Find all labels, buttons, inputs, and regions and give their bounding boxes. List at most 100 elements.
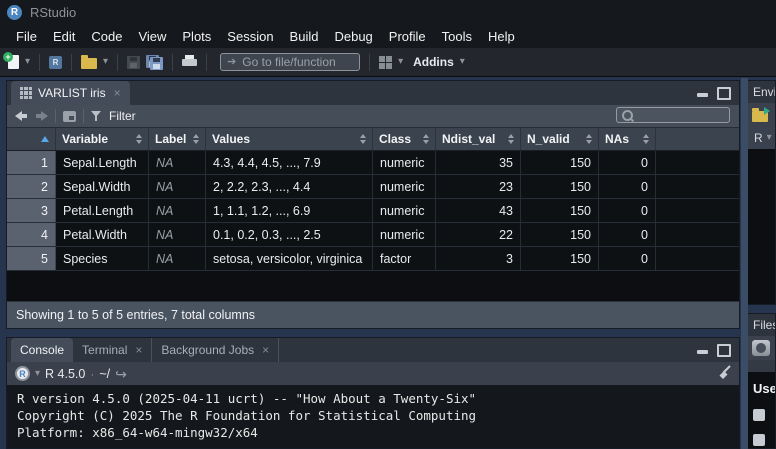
sort-icons [504, 134, 514, 144]
source-tab-bar: VARLIST iris × [7, 81, 739, 105]
addins-dropdown-icon[interactable]: ▾ [460, 57, 465, 67]
rownum-header[interactable] [7, 128, 56, 150]
r-version-dropdown-icon[interactable]: ▾ [35, 369, 40, 379]
menu-view[interactable]: View [130, 29, 174, 44]
table-status-bar: Showing 1 to 5 of 5 entries, 7 total col… [7, 301, 739, 328]
console-output[interactable]: R version 4.5.0 (2025-04-11 ucrt) -- "Ho… [7, 385, 739, 448]
close-icon[interactable]: × [135, 343, 142, 357]
menu-build[interactable]: Build [282, 29, 327, 44]
minimize-pane-icon[interactable] [696, 345, 709, 355]
working-directory[interactable]: ~/ [99, 367, 110, 381]
table-row[interactable]: 3 Petal.Length NA 1, 1.1, 1.2, ..., 6.9 … [7, 199, 739, 223]
col-header-class[interactable]: Class [373, 128, 436, 150]
filter-icon[interactable] [91, 111, 102, 122]
forward-icon[interactable] [35, 111, 48, 121]
entries-summary: Showing 1 to 5 of 5 entries, 7 total col… [16, 308, 255, 322]
open-in-new-window-icon[interactable] [63, 111, 76, 122]
save-all-icon[interactable] [146, 55, 163, 70]
sort-asc-icon [41, 136, 49, 142]
title-bar: R RStudio [0, 0, 776, 24]
main-toolbar: + ▾ R ▾ ➔ Go to file/function ▾ Addins ▾ [0, 48, 776, 77]
files-list: User [748, 372, 775, 448]
close-icon[interactable]: × [114, 86, 121, 100]
console-line: Platform: x86_64-w64-mingw32/x64 [17, 425, 258, 440]
table-header-row: Variable Label Values Class Ndist_val N_… [7, 128, 739, 151]
viewer-toolbar: Filter [7, 105, 739, 128]
pane-layout-icon[interactable] [379, 56, 392, 69]
sort-icons [419, 134, 429, 144]
goto-placeholder: Go to file/function [242, 55, 335, 69]
environment-content [748, 149, 775, 304]
save-icon[interactable] [127, 56, 140, 69]
table-search-input[interactable] [616, 107, 730, 123]
tab-varlist-iris[interactable]: VARLIST iris × [11, 81, 130, 105]
sort-icons [132, 134, 142, 144]
col-header-nas[interactable]: NAs [599, 128, 656, 150]
file-checkbox[interactable] [753, 409, 765, 421]
environment-scope-selector[interactable]: R ▾ [748, 127, 775, 149]
table-row[interactable]: 1 Sepal.Length NA 4.3, 4.4, 4.5, ..., 7.… [7, 151, 739, 175]
table-row[interactable]: 5 Species NA setosa, versicolor, virgini… [7, 247, 739, 271]
app-title: RStudio [30, 5, 76, 20]
files-path-label: User [753, 381, 775, 396]
table-empty-area [7, 271, 739, 301]
files-pane: Files User [748, 313, 776, 449]
pane-layout-dropdown-icon[interactable]: ▾ [398, 57, 403, 67]
goto-file-function-input[interactable]: ➔ Go to file/function [220, 53, 360, 71]
pane-divider[interactable] [741, 78, 748, 449]
menu-plots[interactable]: Plots [174, 29, 219, 44]
menu-tools[interactable]: Tools [434, 29, 480, 44]
clear-console-icon[interactable] [715, 365, 731, 386]
table-row[interactable]: 4 Petal.Width NA 0.1, 0.2, 0.3, ..., 2.5… [7, 223, 739, 247]
col-header-label[interactable]: Label [149, 128, 206, 150]
open-file-icon[interactable] [81, 58, 97, 69]
menu-edit[interactable]: Edit [45, 29, 83, 44]
tab-background-jobs[interactable]: Background Jobs × [152, 338, 279, 362]
col-header-variable[interactable]: Variable [56, 128, 149, 150]
tab-console[interactable]: Console [11, 338, 73, 362]
minimize-pane-icon[interactable] [696, 88, 709, 98]
goto-arrow-icon: ➔ [227, 57, 236, 68]
open-file-dropdown-icon[interactable]: ▾ [103, 57, 108, 67]
sort-icons [356, 134, 366, 144]
data-viewer-pane: VARLIST iris × Filter Variable [6, 80, 740, 329]
menu-bar: File Edit Code View Plots Session Build … [0, 24, 776, 48]
r-logo-icon[interactable]: R [15, 366, 30, 381]
filter-button[interactable]: Filter [109, 109, 136, 123]
table-icon [20, 87, 32, 99]
menu-help[interactable]: Help [480, 29, 523, 44]
files-tab[interactable]: Files [748, 314, 775, 336]
rstudio-logo-icon: R [7, 5, 22, 20]
close-icon[interactable]: × [262, 343, 269, 357]
console-pane: Console Terminal × Background Jobs × R ▾… [6, 337, 740, 449]
table-row[interactable]: 2 Sepal.Width NA 2, 2.2, 2.3, ..., 4.4 n… [7, 175, 739, 199]
new-file-dropdown-icon[interactable]: ▾ [25, 57, 30, 67]
back-icon[interactable] [15, 111, 28, 121]
menu-code[interactable]: Code [83, 29, 130, 44]
r-version-label: R 4.5.0 [45, 367, 85, 381]
search-icon [622, 110, 633, 121]
goto-directory-icon[interactable]: ↪ [115, 367, 127, 381]
menu-session[interactable]: Session [219, 29, 281, 44]
menu-profile[interactable]: Profile [381, 29, 434, 44]
menu-debug[interactable]: Debug [326, 29, 380, 44]
tab-label: VARLIST iris [38, 86, 106, 100]
new-project-icon[interactable]: R [49, 56, 62, 69]
maximize-pane-icon[interactable] [717, 87, 731, 100]
menu-file[interactable]: File [8, 29, 45, 44]
new-file-button-icon[interactable] [752, 340, 770, 356]
col-header-ndist-val[interactable]: Ndist_val [436, 128, 521, 150]
file-checkbox[interactable] [753, 434, 765, 446]
console-tab-bar: Console Terminal × Background Jobs × [7, 338, 739, 362]
print-icon[interactable] [182, 55, 197, 69]
import-dataset-icon[interactable] [752, 111, 768, 122]
maximize-pane-icon[interactable] [717, 344, 731, 357]
sort-icons [639, 134, 649, 144]
addins-button[interactable]: Addins [413, 55, 454, 69]
environment-tab[interactable]: Envi [748, 81, 775, 103]
col-header-values[interactable]: Values [206, 128, 373, 150]
col-header-n-valid[interactable]: N_valid [521, 128, 599, 150]
new-file-icon[interactable]: + [8, 55, 19, 69]
sort-icons [189, 134, 199, 144]
tab-terminal[interactable]: Terminal × [73, 338, 152, 362]
